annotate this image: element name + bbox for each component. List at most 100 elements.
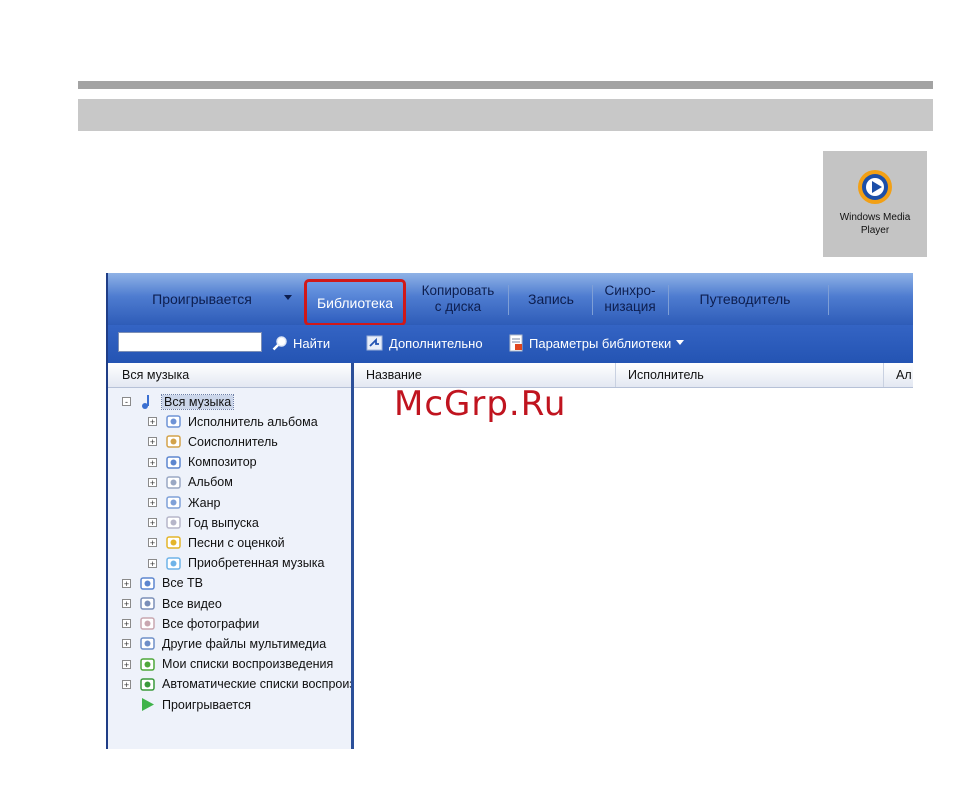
tab-sync-label-2: низация <box>604 299 656 314</box>
other-media-icon <box>140 637 155 651</box>
album-icon <box>166 476 181 489</box>
expand-toggle-icon[interactable]: + <box>148 437 157 447</box>
desktop-icon-label-1: Windows Media <box>839 212 911 223</box>
tree-item[interactable]: + Год выпуска <box>148 513 259 532</box>
expand-toggle-icon[interactable]: + <box>148 558 157 568</box>
tree-item[interactable]: + Все ТВ <box>122 574 203 593</box>
desktop-icon-label-2: Player <box>860 225 890 236</box>
tree-item[interactable]: + Соисполнитель <box>148 432 278 451</box>
find-button-label: Найти <box>293 335 331 351</box>
composer-icon <box>166 455 181 469</box>
chevron-down-icon[interactable] <box>284 295 292 300</box>
header-rule <box>78 81 933 89</box>
tab-sync[interactable]: Синхро- низация <box>594 273 666 325</box>
tree-item[interactable]: + Другие файлы мультимедиа <box>122 634 326 653</box>
tree-item[interactable]: + Приобретенная музыка <box>148 554 324 573</box>
tree-item-label: Вся музыка <box>160 393 235 410</box>
expand-toggle-icon[interactable]: + <box>122 639 131 649</box>
genre-icon <box>166 496 181 509</box>
expand-toggle-icon[interactable]: + <box>122 659 131 669</box>
music-note-icon <box>142 395 149 409</box>
star-rating-icon <box>166 536 181 550</box>
search-icon <box>272 336 287 351</box>
tree-item[interactable]: + Автоматические списки воспроизведения <box>122 675 351 694</box>
search-input[interactable] <box>118 332 262 352</box>
library-options-icon <box>509 334 523 352</box>
video-icon <box>140 597 155 610</box>
expand-toggle-icon[interactable]: + <box>122 619 131 629</box>
tree-item[interactable]: + Альбом <box>148 473 233 492</box>
tree-item-label: Все ТВ <box>162 576 203 591</box>
photo-icon <box>140 617 155 630</box>
column-header-album[interactable]: Ал <box>884 363 913 387</box>
tree-item[interactable]: + Все видео <box>122 594 222 613</box>
expand-toggle-icon[interactable]: + <box>148 477 157 487</box>
expand-toggle-icon[interactable]: + <box>148 498 157 508</box>
tree-item-label: Все фотографии <box>162 616 260 631</box>
header-band <box>78 99 933 131</box>
contributing-artist-icon <box>166 435 181 449</box>
wmp-window: Проигрывается Библиотека Копировать с ди… <box>106 273 913 749</box>
tree-item-label: Мои списки воспроизведения <box>162 657 334 672</box>
expand-toggle-icon[interactable]: + <box>122 578 131 588</box>
tree-item[interactable]: + Мои списки воспроизведения <box>122 655 333 674</box>
tree-item[interactable]: + Все фотографии <box>122 614 259 633</box>
tree-item-label: Альбом <box>188 475 233 490</box>
auto-playlist-icon <box>140 678 155 691</box>
tab-sync-label-1: Синхро- <box>604 283 656 298</box>
library-tree: - Вся музыка + Исполнитель альбома + Соисполн… <box>108 388 351 748</box>
watermark-text: McGrp.Ru <box>394 384 567 424</box>
expand-toggle-icon[interactable]: + <box>122 679 131 689</box>
play-icon <box>142 698 154 711</box>
library-options-label: Параметры библиотеки <box>529 335 672 351</box>
calendar-icon <box>166 516 181 529</box>
tree-item-label: Соисполнитель <box>188 434 278 449</box>
tab-now-playing[interactable]: Проигрывается <box>124 273 280 325</box>
playlist-icon <box>140 657 155 671</box>
tab-rip[interactable]: Копировать с диска <box>412 273 504 325</box>
column-header-artist[interactable]: Исполнитель <box>616 363 884 387</box>
expand-toggle-icon[interactable]: + <box>148 518 157 528</box>
artist-icon <box>166 415 181 428</box>
wmp-desktop-shortcut[interactable]: Windows Media Player <box>823 151 927 257</box>
advanced-button-label: Дополнительно <box>389 335 483 351</box>
collapse-toggle-icon[interactable]: - <box>122 397 131 407</box>
find-button[interactable]: Найти <box>272 331 330 355</box>
tree-item-label: Все видео <box>162 596 222 611</box>
tab-rip-label-1: Копировать <box>421 283 495 298</box>
expand-toggle-icon[interactable]: + <box>148 417 157 427</box>
tab-guide[interactable]: Путеводитель <box>670 273 820 325</box>
purchased-music-icon <box>166 556 181 570</box>
tree-item[interactable]: + Композитор <box>148 453 257 472</box>
wmp-logo-icon <box>858 170 892 204</box>
tab-separator <box>668 285 669 315</box>
tree-item[interactable]: + Песни с оценкой <box>148 533 285 552</box>
chevron-down-icon <box>676 340 685 345</box>
tree-item[interactable]: Проигрывается <box>122 695 251 714</box>
tree-item-label: Проигрывается <box>162 697 251 712</box>
tab-separator <box>592 285 593 315</box>
tab-burn[interactable]: Запись <box>512 273 590 325</box>
tree-item[interactable]: - Вся музыка <box>122 392 235 411</box>
advanced-icon <box>366 335 383 351</box>
advanced-button[interactable]: Дополнительно <box>366 331 483 355</box>
navigation-pane: Вся музыка - Вся музыка + Исполнитель альбо… <box>108 363 354 749</box>
expand-toggle-icon[interactable]: + <box>148 538 157 548</box>
tree-item-label: Автоматические списки воспроизведения <box>162 677 351 692</box>
navigation-pane-header[interactable]: Вся музыка <box>108 363 351 388</box>
tree-item[interactable]: + Исполнитель альбома <box>148 412 318 431</box>
tree-item-label: Песни с оценкой <box>188 535 285 550</box>
tab-separator <box>508 285 509 315</box>
tv-icon <box>140 577 155 590</box>
tree-item-label: Год выпуска <box>188 515 259 530</box>
tree-item-label: Композитор <box>188 455 257 470</box>
expand-toggle-icon[interactable]: + <box>122 599 131 609</box>
tree-item-label: Жанр <box>188 495 221 510</box>
library-options-button[interactable]: Параметры библиотеки <box>508 331 685 355</box>
tab-guide-label: Путеводитель <box>699 291 791 307</box>
expand-toggle-icon[interactable]: + <box>148 457 157 467</box>
tab-library[interactable]: Библиотека <box>304 279 406 326</box>
library-toolbar: Найти Дополнительно Параметры библиотеки <box>108 325 913 363</box>
tab-library-label: Библиотека <box>316 294 394 311</box>
tree-item[interactable]: + Жанр <box>148 493 221 512</box>
